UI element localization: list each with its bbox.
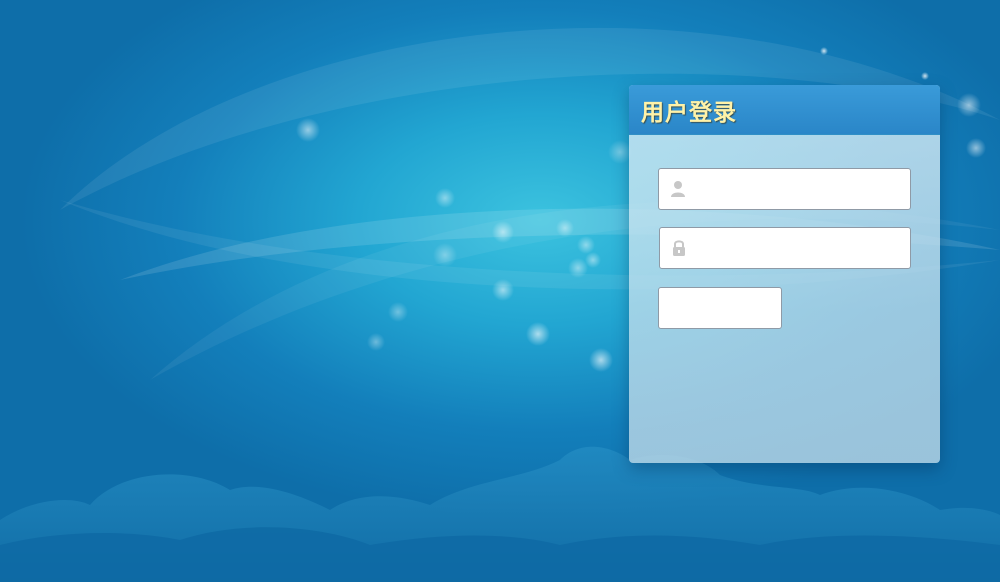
- login-panel: 用户登录: [629, 85, 940, 463]
- username-input[interactable]: [695, 169, 909, 211]
- password-field[interactable]: [659, 227, 911, 270]
- password-input[interactable]: [696, 228, 910, 270]
- login-title: 用户登录: [641, 99, 737, 126]
- login-button[interactable]: [658, 287, 782, 329]
- login-header: 用户登录: [629, 85, 940, 135]
- username-field[interactable]: [658, 168, 911, 211]
- lock-icon: [673, 240, 685, 256]
- cloud-layer: [0, 446, 1000, 582]
- user-icon: [671, 181, 685, 197]
